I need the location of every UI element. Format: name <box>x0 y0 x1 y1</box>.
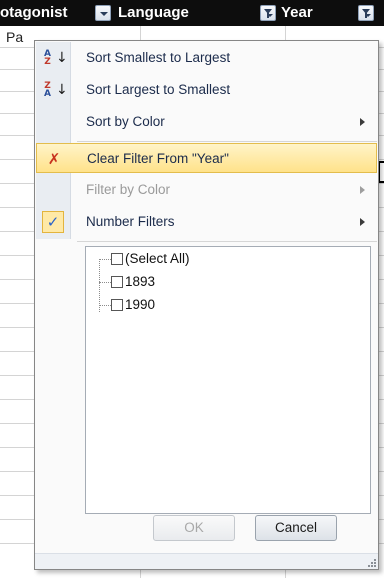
checkbox[interactable] <box>111 276 123 288</box>
list-item-label: 1990 <box>125 297 156 312</box>
menu-item-filter-by-color[interactable]: Filter by Color <box>36 175 377 205</box>
tree-connector <box>99 259 111 260</box>
sort-descending-icon: ZA ↓ <box>44 81 68 99</box>
menu-separator <box>77 141 377 142</box>
submenu-arrow-icon <box>360 218 365 226</box>
menu-item-label: Sort Largest to Smallest <box>86 82 231 97</box>
header-cell-year[interactable]: Year <box>281 0 313 26</box>
dropdown-arrow-icon <box>365 14 371 17</box>
autofilter-menu: AZ ↓ Sort Smallest to Largest ZA ↓ Sort … <box>34 40 379 570</box>
menu-separator <box>77 241 377 242</box>
sort-ascending-icon: AZ ↓ <box>44 49 68 67</box>
checkmark-icon: ✓ <box>42 211 64 233</box>
ok-button[interactable]: OK <box>153 515 235 541</box>
cell-text-partial[interactable]: Pa <box>6 27 23 47</box>
menu-item-sort-descending[interactable]: ZA ↓ Sort Largest to Smallest <box>36 75 377 105</box>
menu-resize-bar <box>35 553 378 569</box>
menu-item-number-filters[interactable]: ✓ Number Filters <box>36 207 377 237</box>
tree-connector <box>99 282 111 283</box>
header-cell-protagonist[interactable]: otagonist <box>0 0 68 26</box>
menu-item-label: Sort by Color <box>86 114 165 129</box>
menu-item-label: Sort Smallest to Largest <box>86 50 231 65</box>
menu-item-label: Clear Filter From "Year" <box>87 151 229 166</box>
menu-item-sort-by-color[interactable]: Sort by Color <box>36 107 377 137</box>
submenu-arrow-icon <box>360 118 365 126</box>
header-cell-language[interactable]: Language <box>118 0 189 26</box>
menu-item-label: Number Filters <box>86 214 175 229</box>
year-filter-button[interactable] <box>358 5 374 21</box>
submenu-arrow-icon <box>360 186 365 194</box>
header-row: otagonist Language Year <box>0 0 384 26</box>
clear-filter-icon: ✗ <box>47 150 61 168</box>
dropdown-arrow-icon <box>100 12 108 16</box>
dropdown-arrow-icon <box>267 14 273 17</box>
checkbox[interactable] <box>111 253 123 265</box>
tree-connector <box>99 305 111 306</box>
list-item-label: 1893 <box>125 274 156 289</box>
language-filter-button[interactable] <box>260 5 276 21</box>
menu-item-label: Filter by Color <box>86 182 171 197</box>
resize-grip-icon[interactable] <box>368 559 376 567</box>
filter-value-list[interactable]: (Select All) 1893 1990 <box>85 246 371 514</box>
menu-item-clear-filter[interactable]: ✗ Clear Filter From "Year" <box>36 143 377 173</box>
list-item-label: (Select All) <box>125 251 190 266</box>
cancel-button[interactable]: Cancel <box>255 515 337 541</box>
protagonist-dropdown-button[interactable] <box>95 5 111 21</box>
menu-item-sort-ascending[interactable]: AZ ↓ Sort Smallest to Largest <box>36 43 377 73</box>
checkbox[interactable] <box>111 299 123 311</box>
